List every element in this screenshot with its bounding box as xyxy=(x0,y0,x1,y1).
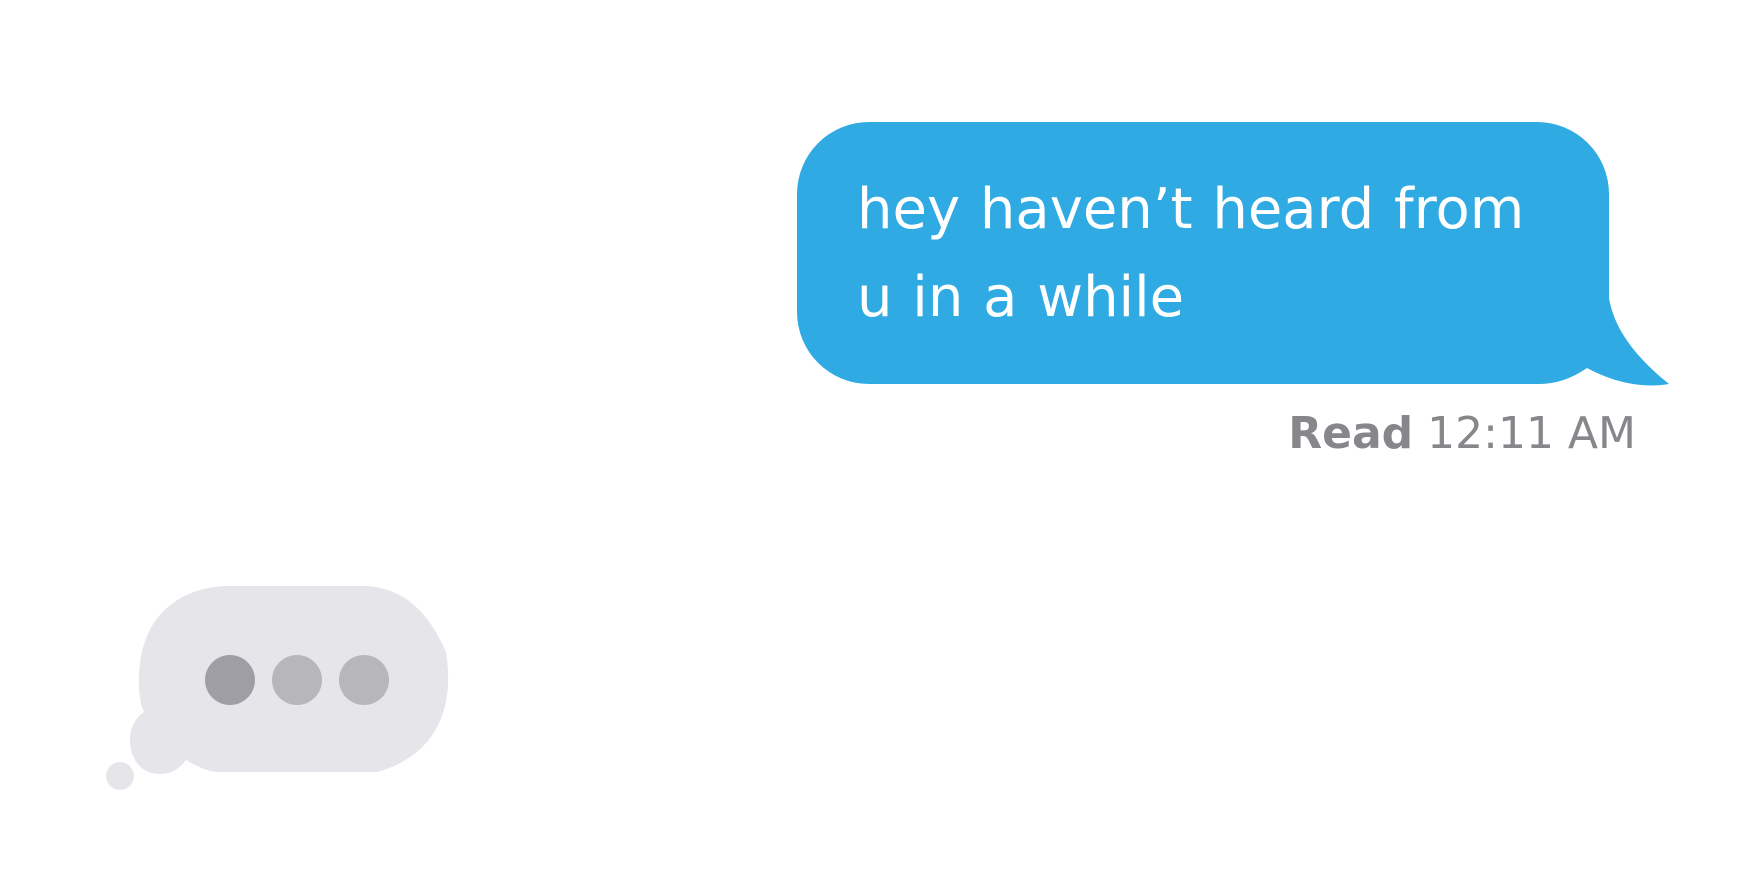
conversation-view: hey haven’t heard from u in a while Read… xyxy=(0,0,1760,880)
message-line-1: hey haven’t heard from xyxy=(857,177,1525,242)
read-receipt-label: Read xyxy=(1288,408,1414,459)
outgoing-message-bubble[interactable]: hey haven’t heard from u in a while xyxy=(797,122,1669,386)
typing-dot-3 xyxy=(339,655,389,705)
typing-bubble-tail-dot xyxy=(106,762,134,790)
message-line-2: u in a while xyxy=(857,265,1185,330)
message-text: hey haven’t heard from u in a while xyxy=(857,166,1525,342)
read-receipt-time: 12:11 AM xyxy=(1427,408,1636,459)
typing-bubble-shape xyxy=(106,586,449,790)
typing-dot-2 xyxy=(272,655,322,705)
read-receipt: Read 12:11 AM xyxy=(1288,404,1636,464)
typing-dot-1 xyxy=(205,655,255,705)
typing-indicator xyxy=(100,580,460,800)
